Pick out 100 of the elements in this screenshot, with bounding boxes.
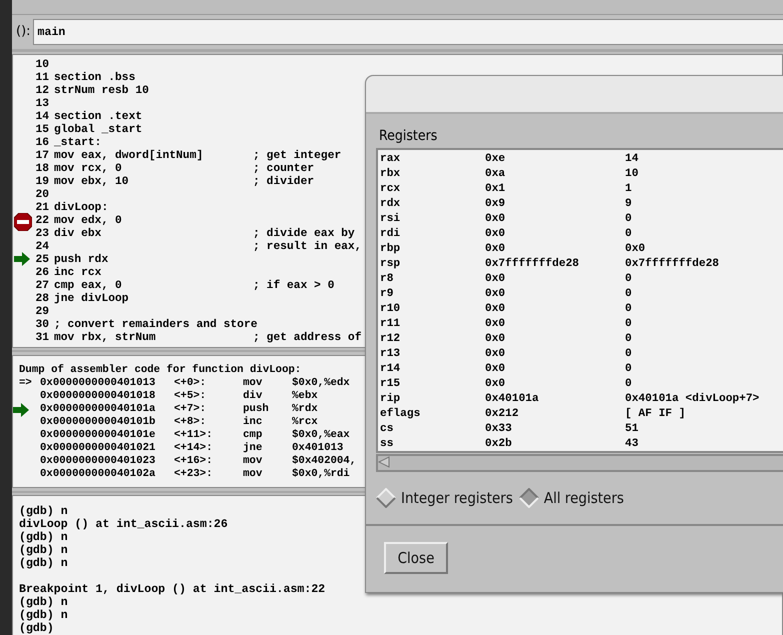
register-name: r11 [380, 317, 402, 332]
line-number: 13 [34, 98, 49, 111]
close-button[interactable]: Close [384, 542, 448, 574]
line-number: 22 [34, 214, 49, 228]
instruction-address: 0x0000000000401021 [40, 442, 156, 455]
register-name: rbp [380, 242, 402, 257]
line-number: 31 [34, 332, 49, 345]
line-number: 29 [34, 306, 49, 319]
register-name: r10 [380, 302, 402, 317]
register-natural-value: 0 [625, 362, 632, 377]
register-name: r9 [380, 287, 394, 302]
register-natural-value: 0 [625, 377, 632, 392]
instruction-mnemonic: mov [243, 376, 264, 390]
line-number: 18 [34, 162, 49, 176]
line-number: 10 [34, 58, 49, 72]
register-name: ss [380, 437, 394, 452]
register-name: r15 [380, 377, 402, 392]
register-natural-value: 9 [625, 197, 632, 212]
register-raw-value: 0x7fffffffde28 [485, 257, 580, 272]
register-natural-value: 0x40101a <divLoop+7> [625, 392, 760, 407]
code-text: mov edx, 0 [54, 214, 122, 227]
code-text: cmp eax, 0 [54, 280, 122, 292]
line-number: 27 [34, 280, 49, 293]
register-name: r14 [380, 362, 402, 377]
register-raw-value: 0x0 [485, 377, 506, 392]
register-name: rcx [380, 182, 402, 197]
instruction-mnemonic: mov [243, 454, 264, 468]
line-number: 30 [34, 318, 49, 332]
code-comment: ; counter [253, 162, 314, 176]
radio-diamond-icon[interactable] [376, 488, 396, 508]
line-number: 12 [34, 84, 49, 98]
register-natural-value: 0 [625, 332, 632, 347]
radio-option-label[interactable]: Integer registers [401, 489, 513, 507]
register-raw-value: 0x0 [485, 302, 506, 317]
register-raw-value: 0x33 [485, 422, 513, 437]
register-natural-value: 0 [625, 317, 632, 332]
register-raw-value: 0xa [485, 167, 506, 182]
console-line: (gdb) n [19, 596, 68, 609]
register-natural-value: 0 [625, 302, 632, 317]
instruction-address: 0x000000000040101a [40, 402, 156, 416]
register-name: eflags [380, 407, 422, 422]
current-pointer: => [19, 376, 32, 389]
instruction-address: 0x0000000000401023 [40, 454, 156, 468]
code-comment: ; divide eax by [253, 228, 355, 240]
register-raw-value: 0x0 [485, 212, 506, 227]
instruction-mnemonic: push [243, 402, 270, 416]
line-number: 20 [34, 188, 49, 202]
register-natural-value: 10 [625, 167, 638, 182]
instruction-address: 0x0000000000401018 [40, 390, 156, 403]
register-name: rsi [380, 212, 402, 227]
radio-diamond-icon[interactable] [518, 488, 539, 508]
instruction-mnemonic: cmp [243, 428, 264, 442]
code-text: inc rcx [54, 266, 102, 279]
argument-field[interactable]: main [32, 18, 783, 45]
code-text: global _start [54, 124, 142, 136]
code-text: strNum resb 10 [54, 84, 149, 97]
instruction-address: 0x000000000040102a [40, 468, 156, 481]
code-text: _start: [54, 136, 102, 149]
instruction-offset: <+23>: [174, 468, 214, 481]
line-number: 14 [34, 110, 49, 124]
code-comment: ; if eax > 0 [253, 280, 334, 293]
register-raw-value: 0x0 [485, 227, 506, 242]
console-line: divLoop () at int_ascii.asm:26 [19, 518, 228, 531]
argument-label: (): [16, 24, 31, 40]
register-raw-value: 0x0 [485, 317, 506, 332]
register-natural-value: 43 [625, 437, 638, 452]
console-line: (gdb) n [19, 530, 68, 544]
register-natural-value: 0 [625, 212, 632, 227]
code-comment: ; result in eax, [253, 240, 362, 254]
instruction-operands: $0x402004, [292, 454, 356, 468]
instruction-operands: $0x0,%edx [292, 376, 350, 390]
code-text: mov ebx, 10 [54, 176, 129, 188]
console-line: (gdb) n [19, 556, 68, 570]
dialog-title: Registers [379, 128, 438, 144]
line-number: 17 [34, 150, 49, 163]
code-comment: ; get integer [253, 150, 342, 163]
horizontal-scrollbar[interactable] [376, 454, 783, 472]
register-raw-value: 0x40101a [485, 392, 540, 407]
register-name: r8 [380, 272, 394, 287]
register-raw-value: 0x1 [485, 182, 506, 197]
register-natural-value: [ AF IF ] [625, 407, 686, 422]
code-text: ; convert remainders and store [54, 318, 258, 331]
scroll-left-icon[interactable] [378, 456, 390, 468]
console-line: (gdb) [19, 622, 54, 635]
register-name: rdi [380, 227, 402, 242]
register-name: rax [380, 152, 402, 167]
register-name: rbx [380, 167, 402, 182]
register-natural-value: 0 [625, 272, 632, 287]
register-name: rsp [380, 257, 402, 272]
instruction-offset: <+11>: [174, 428, 214, 442]
instruction-address: 0x0000000000401013 [40, 376, 156, 390]
code-text: mov rcx, 0 [54, 162, 122, 175]
instruction-offset: <+0>: [174, 376, 208, 390]
code-text: push rdx [54, 254, 108, 266]
instruction-offset: <+8>: [174, 416, 208, 429]
radio-option-label[interactable]: All registers [544, 489, 624, 507]
register-natural-value: 0x0 [625, 242, 646, 257]
register-raw-value: 0x2b [485, 437, 513, 452]
instruction-offset: <+16>: [174, 454, 214, 468]
register-raw-value: 0x212 [485, 407, 520, 422]
